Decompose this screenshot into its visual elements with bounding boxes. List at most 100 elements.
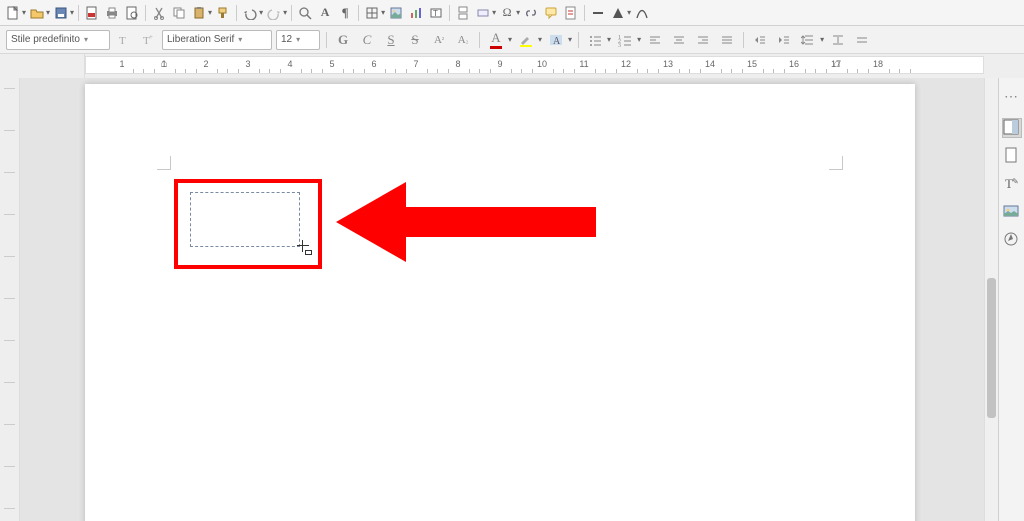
dropdown-icon[interactable]: ▾ [46,8,50,17]
paste-icon[interactable] [190,4,208,22]
decrease-indent-icon[interactable] [774,30,794,50]
copy-icon[interactable] [170,4,188,22]
redo-icon[interactable] [265,4,283,22]
ruler-number: 11 [579,59,588,69]
open-icon[interactable] [28,4,46,22]
highlight-icon[interactable] [516,30,536,50]
page-break-icon[interactable] [454,4,472,22]
find-icon[interactable] [296,4,314,22]
ruler-number: 14 [705,59,715,69]
vertical-ruler[interactable] [0,78,20,521]
basic-shapes-icon[interactable] [609,4,627,22]
font-color-icon[interactable]: A [486,30,506,50]
bullet-list-icon[interactable] [585,30,605,50]
vertical-scrollbar[interactable] [984,78,998,521]
dropdown-icon[interactable]: ▾ [492,8,496,17]
ruler-number: 17 [831,59,841,69]
ruler-number: 18 [873,59,883,69]
font-name-value: Liberation Serif [167,34,234,45]
more-options-icon[interactable]: ⋯ [1004,84,1019,109]
separator [145,5,146,21]
dropdown-icon[interactable]: ▾ [820,35,824,44]
chevron-down-icon: ▾ [84,35,88,44]
subscript-icon[interactable]: A₂ [453,30,473,50]
underline-icon[interactable]: S [381,30,401,50]
print-preview-icon[interactable] [123,4,141,22]
insert-textbox-icon[interactable]: T [427,4,445,22]
separator [584,5,585,21]
dropdown-icon[interactable]: ▾ [508,35,512,44]
spellcheck-icon[interactable]: A [316,4,334,22]
ruler-number: 8 [455,59,460,69]
dropdown-icon[interactable]: ▾ [627,8,631,17]
dropdown-icon[interactable]: ▾ [70,8,74,17]
formatting-toolbar: Stile predefinito▾ Ƭ Ƭ+ Liberation Serif… [0,26,1024,54]
ruler-number: 12 [621,59,631,69]
insert-comment-icon[interactable] [542,4,560,22]
dropdown-icon[interactable]: ▾ [381,8,385,17]
save-icon[interactable] [52,4,70,22]
styles-panel-icon[interactable]: T✎ [1003,175,1021,193]
bold-icon[interactable]: G [333,30,353,50]
separator [326,32,327,48]
superscript-icon[interactable]: A² [429,30,449,50]
new-doc-icon[interactable] [4,4,22,22]
svg-text:Ƭ: Ƭ [119,35,126,47]
annotation-highlight-rect [174,179,322,269]
svg-text:T: T [433,9,438,18]
increase-indent-icon[interactable] [750,30,770,50]
hyperlink-icon[interactable] [522,4,540,22]
dropdown-icon[interactable]: ▾ [259,8,263,17]
dropdown-icon[interactable]: ▾ [538,35,542,44]
align-justify-icon[interactable] [717,30,737,50]
insert-field-icon[interactable] [474,4,492,22]
draw-functions-icon[interactable] [633,4,651,22]
app-window: { "toolbar2": { "style_combo": "Stile pr… [0,0,1024,521]
italic-icon[interactable]: C [357,30,377,50]
insert-image-icon[interactable] [387,4,405,22]
dropdown-icon[interactable]: ▾ [516,8,520,17]
increase-spacing-icon[interactable] [828,30,848,50]
navigator-panel-icon[interactable] [1003,231,1021,249]
paragraph-style-combo[interactable]: Stile predefinito▾ [6,30,110,50]
cut-icon[interactable] [150,4,168,22]
number-list-icon[interactable]: 123 [615,30,635,50]
dropdown-icon[interactable]: ▾ [607,35,611,44]
insert-table-icon[interactable] [363,4,381,22]
gallery-panel-icon[interactable] [1003,203,1021,221]
horizontal-ruler[interactable]: ⌂ ⌂ 1123456789101112131415161718 [85,56,984,74]
chevron-down-icon: ▾ [238,35,242,44]
export-pdf-icon[interactable] [83,4,101,22]
align-center-icon[interactable] [669,30,689,50]
dropdown-icon[interactable]: ▾ [22,8,26,17]
dropdown-icon[interactable]: ▾ [637,35,641,44]
dropdown-icon[interactable]: ▾ [208,8,212,17]
line-spacing-icon[interactable] [798,30,818,50]
dropdown-icon[interactable]: ▾ [283,8,287,17]
clone-format-icon[interactable] [214,4,232,22]
track-changes-icon[interactable] [562,4,580,22]
properties-panel-icon[interactable] [1003,119,1021,137]
special-char-icon[interactable]: Ω [498,4,516,22]
ruler-number: 6 [371,59,376,69]
align-right-icon[interactable] [693,30,713,50]
new-style-icon[interactable]: Ƭ+ [138,30,158,50]
align-left-icon[interactable] [645,30,665,50]
font-name-combo[interactable]: Liberation Serif ▾ [162,30,272,50]
insert-line-icon[interactable] [589,4,607,22]
print-icon[interactable] [103,4,121,22]
ruler-number: 16 [789,59,799,69]
dropdown-icon[interactable]: ▾ [568,35,572,44]
font-size-combo[interactable]: 12▾ [276,30,320,50]
document-page[interactable] [85,84,915,521]
decrease-spacing-icon[interactable] [852,30,872,50]
undo-icon[interactable] [241,4,259,22]
update-style-icon[interactable]: Ƭ [114,30,134,50]
formatting-marks-icon[interactable]: ¶ [336,4,354,22]
char-bg-icon[interactable]: A [546,30,566,50]
insert-chart-icon[interactable] [407,4,425,22]
page-panel-icon[interactable] [1003,147,1021,165]
scrollbar-thumb[interactable] [987,278,996,418]
ruler-corner-icon [6,58,20,72]
strike-icon[interactable]: S [405,30,425,50]
